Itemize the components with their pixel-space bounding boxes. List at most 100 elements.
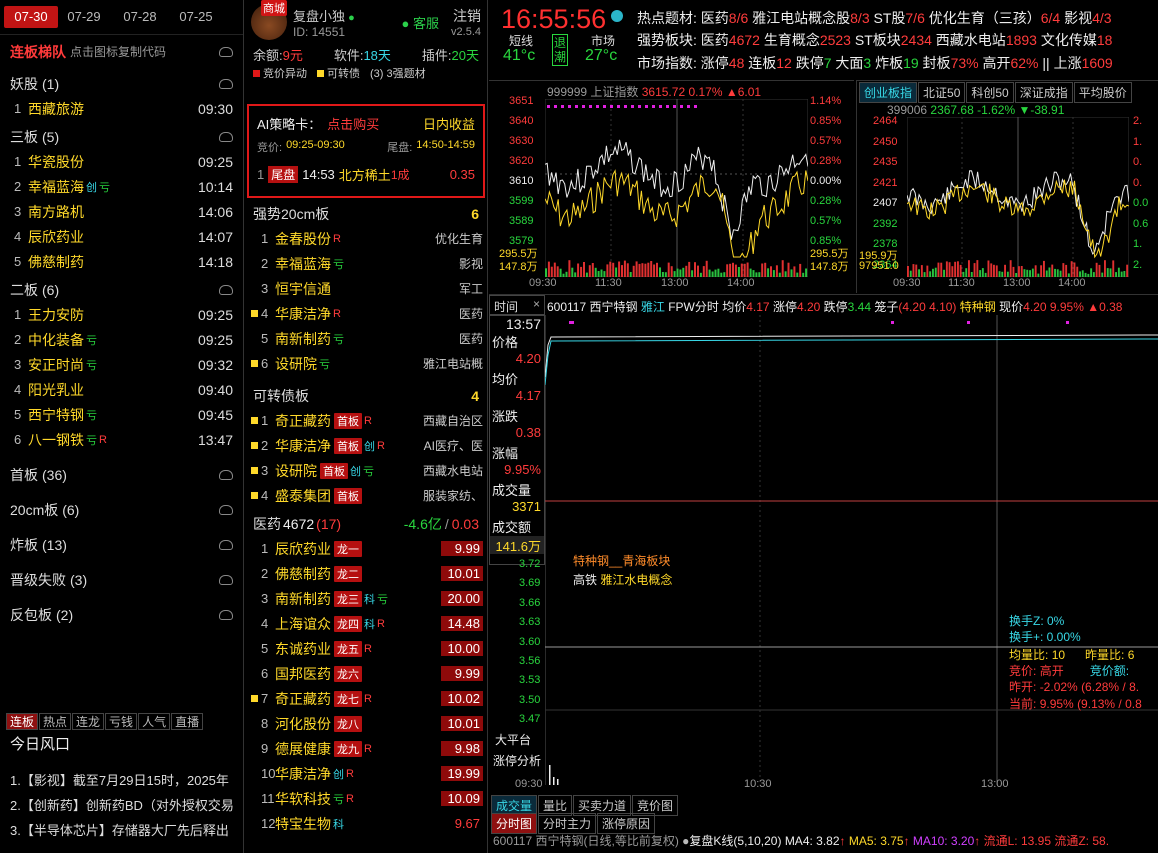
- buy-link[interactable]: 点击购买: [327, 114, 379, 133]
- stock-name[interactable]: 东诚药业: [275, 639, 331, 659]
- cloud-icon[interactable]: [219, 539, 233, 550]
- cloud-icon[interactable]: [219, 284, 233, 295]
- sub-tab[interactable]: 分时主力: [538, 813, 597, 834]
- stock-name[interactable]: 国邦医药: [275, 664, 331, 684]
- platform-label[interactable]: 大平台: [495, 731, 531, 748]
- info-item[interactable]: 封板: [919, 55, 951, 71]
- btab-kuiqian[interactable]: 亏钱: [105, 713, 138, 730]
- ladder-stock-row[interactable]: 4 阳光乳业 09:40: [0, 377, 243, 402]
- btab-redian[interactable]: 热点: [39, 713, 72, 730]
- sector-stock-row[interactable]: 5 东诚药业 龙五 R 10.00: [245, 636, 487, 661]
- news-item[interactable]: 2.【创新药】创新药BD（对外授权交易: [10, 795, 234, 814]
- ladder-group[interactable]: 反包板 (2): [0, 602, 243, 627]
- sector-stock-row[interactable]: 4 上海谊众 龙四科 R 14.48: [245, 611, 487, 636]
- sector-stock-row[interactable]: 10 华康洁净创 R 19.99: [245, 761, 487, 786]
- sh-index-chart[interactable]: 999999 上证指数 3615.72 0.17% ▲6.01 3651 3640…: [489, 80, 854, 293]
- sector-stock-row[interactable]: 9 德展健康 龙九 R 9.98: [245, 736, 487, 761]
- service-button[interactable]: ● 客服: [402, 13, 439, 32]
- ladder-stock-row[interactable]: 6 八一钢铁亏 R 13:47: [0, 427, 243, 452]
- index-tab[interactable]: 北证50: [918, 82, 966, 103]
- info-item[interactable]: 影视: [1060, 10, 1092, 26]
- ladder-stock-row[interactable]: 2 幸福蓝海创亏 10:14: [0, 174, 243, 199]
- kzz-row[interactable]: 3 设研院 首板创亏 西藏水电站: [245, 458, 487, 483]
- sector-stock-row[interactable]: 7 奇正藏药 龙七 R 10.02: [245, 686, 487, 711]
- index-tab[interactable]: 创业板指: [859, 82, 918, 103]
- news-item[interactable]: 1.【影视】截至7月29日15时，2025年: [10, 770, 229, 789]
- date-tab-0[interactable]: 07-30: [4, 6, 58, 28]
- strong-20cm-row[interactable]: 5 南新制药亏 医药: [245, 326, 487, 351]
- kzz-row[interactable]: 2 华康洁净 首板创 R AI医疗、医: [245, 433, 487, 458]
- ai-strategy-card[interactable]: AI策略卡： 点击购买 日内收益 竞价: 09:25-09:30 尾盘: 14:50-14…: [247, 104, 485, 198]
- info-item[interactable]: 文化传媒: [1037, 32, 1097, 48]
- stock-name[interactable]: 华瓷股份: [28, 152, 84, 172]
- sector-stock-row[interactable]: 11 华软科技亏 R 10.09: [245, 786, 487, 811]
- cloud-icon[interactable]: [219, 78, 233, 89]
- stock-name[interactable]: 辰欣药业: [275, 539, 331, 559]
- date-tab-3[interactable]: 07-25: [174, 6, 218, 28]
- stock-name[interactable]: 西藏旅游: [28, 99, 84, 119]
- stock-name[interactable]: 南方路机: [28, 202, 84, 222]
- info-item[interactable]: 生育概念: [760, 32, 820, 48]
- kzz-row[interactable]: 1 奇正藏药 首板 R 西藏自治区: [245, 408, 487, 433]
- stock-name[interactable]: 八一钢铁: [28, 430, 84, 450]
- strong-20cm-row[interactable]: 3 恒宇信通 军工: [245, 276, 487, 301]
- ladder-stock-row[interactable]: 1 王力安防 09:25: [0, 302, 243, 327]
- limit-analysis-label[interactable]: 涨停分析: [493, 752, 541, 769]
- cloud-icon[interactable]: [219, 46, 233, 57]
- cloud-icon[interactable]: [219, 574, 233, 585]
- info-item[interactable]: 优化生育（三孩）: [925, 10, 1041, 26]
- news-item[interactable]: 3.【半导体芯片】存储器大厂先后释出: [10, 820, 229, 839]
- stock-name[interactable]: 特宝生物: [275, 814, 331, 834]
- stock-name[interactable]: 辰欣药业: [28, 227, 84, 247]
- stock-name[interactable]: 佛慈制药: [275, 564, 331, 584]
- stock-name[interactable]: 幸福蓝海: [28, 177, 84, 197]
- stock-name[interactable]: 设研院: [275, 461, 317, 481]
- info-item[interactable]: 炸板: [871, 55, 903, 71]
- stock-name[interactable]: 奇正藏药: [275, 689, 331, 709]
- date-tab-2[interactable]: 07-28: [118, 6, 162, 28]
- cy-index-chart[interactable]: 创业板指 北证50 科创50 深证成指 平均股价 399006 2367.68 -1.6…: [856, 80, 1158, 293]
- ladder-group[interactable]: 妖股 (1): [0, 71, 243, 96]
- sector-stock-row[interactable]: 1 辰欣药业 龙一 9.99: [245, 536, 487, 561]
- cloud-icon[interactable]: [219, 609, 233, 620]
- stock-name[interactable]: 华康洁净: [275, 304, 331, 324]
- sub-tab[interactable]: 分时图: [491, 813, 538, 834]
- strong-20cm-row[interactable]: 4 华康洁净 R 医药: [245, 301, 487, 326]
- stock-name[interactable]: 佛慈制药: [28, 252, 84, 272]
- stock-name[interactable]: 上海谊众: [275, 614, 331, 634]
- info-item[interactable]: 医药: [697, 10, 729, 26]
- ladder-stock-row[interactable]: 5 西宁特钢亏 09:45: [0, 402, 243, 427]
- avatar[interactable]: 商城: [251, 0, 287, 40]
- ladder-stock-row[interactable]: 3 南方路机 14:06: [0, 199, 243, 224]
- info-item[interactable]: 医药: [697, 32, 729, 48]
- stock-name[interactable]: 南新制药: [275, 589, 331, 609]
- stock-name[interactable]: 安正时尚: [28, 355, 84, 375]
- ladder-group[interactable]: 首板 (36): [0, 462, 243, 487]
- info-item[interactable]: 大面: [832, 55, 863, 71]
- sector-stock-row[interactable]: 12 特宝生物科 9.67: [245, 811, 487, 836]
- sector-stock-row[interactable]: 6 国邦医药 龙六 9.99: [245, 661, 487, 686]
- stock-name[interactable]: 恒宇信通: [275, 279, 331, 299]
- btab-zhibo[interactable]: 直播: [171, 713, 204, 730]
- ladder-group[interactable]: 三板 (5): [0, 124, 243, 149]
- info-item[interactable]: 雅江电站概念股: [748, 10, 850, 26]
- cloud-icon[interactable]: [219, 131, 233, 142]
- stock-name[interactable]: 华软科技: [275, 789, 331, 809]
- btab-renqi[interactable]: 人气: [138, 713, 171, 730]
- info-item[interactable]: 西藏水电站: [932, 32, 1006, 48]
- info-item[interactable]: 连板: [744, 55, 776, 71]
- strong-20cm-row[interactable]: 6 设研院亏 雅江电站概: [245, 351, 487, 376]
- info-item[interactable]: ST板块: [851, 32, 901, 48]
- btab-lianlong[interactable]: 连龙: [72, 713, 105, 730]
- ladder-stock-row[interactable]: 4 辰欣药业 14:07: [0, 224, 243, 249]
- logout-button[interactable]: 注销: [451, 6, 481, 26]
- sector-stock-row[interactable]: 8 河化股份 龙八 10.01: [245, 711, 487, 736]
- store-badge[interactable]: 商城: [261, 0, 287, 16]
- stock-name[interactable]: 金春股份: [275, 229, 331, 249]
- btab-lianban[interactable]: 连板: [6, 713, 39, 730]
- stock-name[interactable]: 华康洁净: [275, 436, 331, 456]
- ladder-stock-row[interactable]: 3 安正时尚亏 09:32: [0, 352, 243, 377]
- sector-stock-row[interactable]: 3 南新制药 龙三科亏 20.00: [245, 586, 487, 611]
- stock-name[interactable]: 盛泰集团: [275, 486, 331, 506]
- strong-20cm-row[interactable]: 1 金春股份 R 优化生育: [245, 226, 487, 251]
